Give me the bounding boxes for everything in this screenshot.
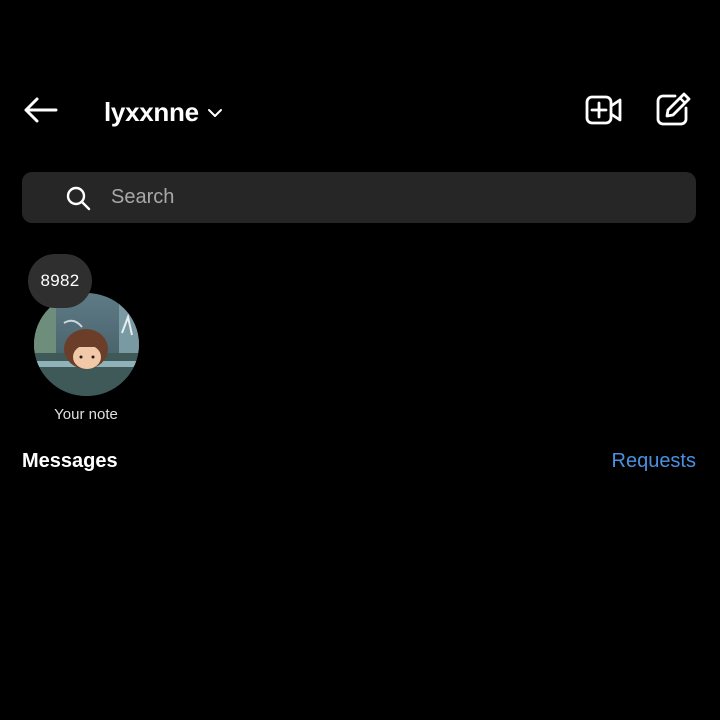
avatar[interactable] [34,293,139,396]
note-text: 8982 [40,271,80,290]
account-switcher[interactable]: lyxxnne [104,92,223,132]
search-icon [63,183,93,213]
back-button[interactable] [18,92,62,132]
compose-message-button[interactable] [652,90,694,132]
new-video-call-button[interactable] [582,92,626,132]
search-input[interactable] [109,185,673,210]
arrow-left-icon [22,96,58,129]
note-label: Your note [54,406,118,423]
pencil-square-icon [655,91,691,132]
search-bar[interactable] [22,172,696,223]
messages-heading: Messages [22,450,118,472]
requests-link[interactable]: Requests [612,450,697,473]
chevron-down-icon [207,107,223,119]
account-name: lyxxnne [104,96,199,127]
video-plus-icon [585,94,623,131]
note-bubble[interactable]: 8982 [28,254,92,308]
